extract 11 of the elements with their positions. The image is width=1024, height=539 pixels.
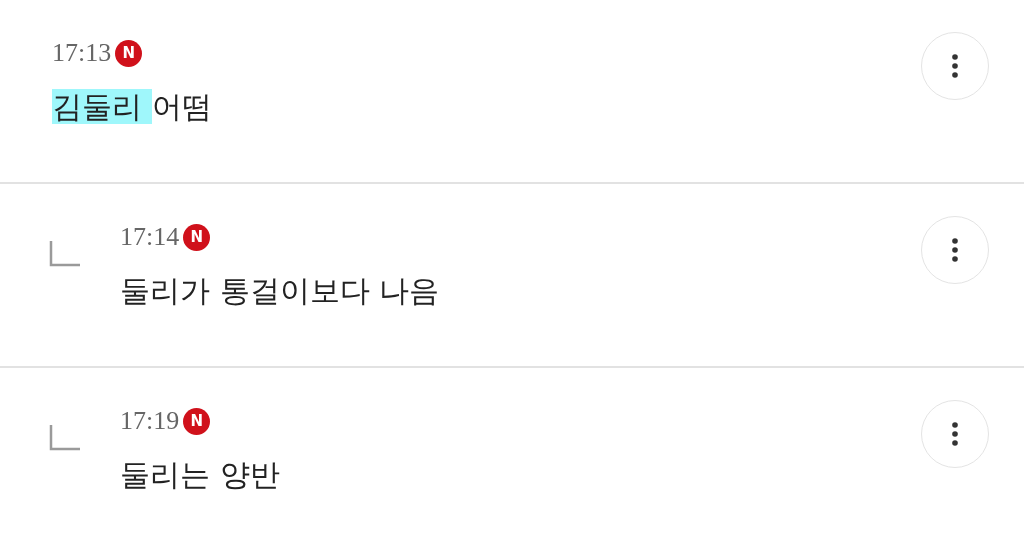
new-badge: N xyxy=(183,407,211,435)
comment-time: 17:14 xyxy=(120,222,180,252)
comment-time: 17:13 xyxy=(52,38,112,68)
comment-text: 둘리는 양반 xyxy=(120,456,281,494)
new-badge: N xyxy=(183,223,211,251)
more-icon xyxy=(952,422,958,446)
new-badge: N xyxy=(115,39,143,67)
comment-time: 17:19 xyxy=(120,406,180,436)
more-icon xyxy=(952,54,958,78)
more-icon xyxy=(952,238,958,262)
comment-text: 둘리가 통걸이보다 나음 xyxy=(120,272,441,310)
